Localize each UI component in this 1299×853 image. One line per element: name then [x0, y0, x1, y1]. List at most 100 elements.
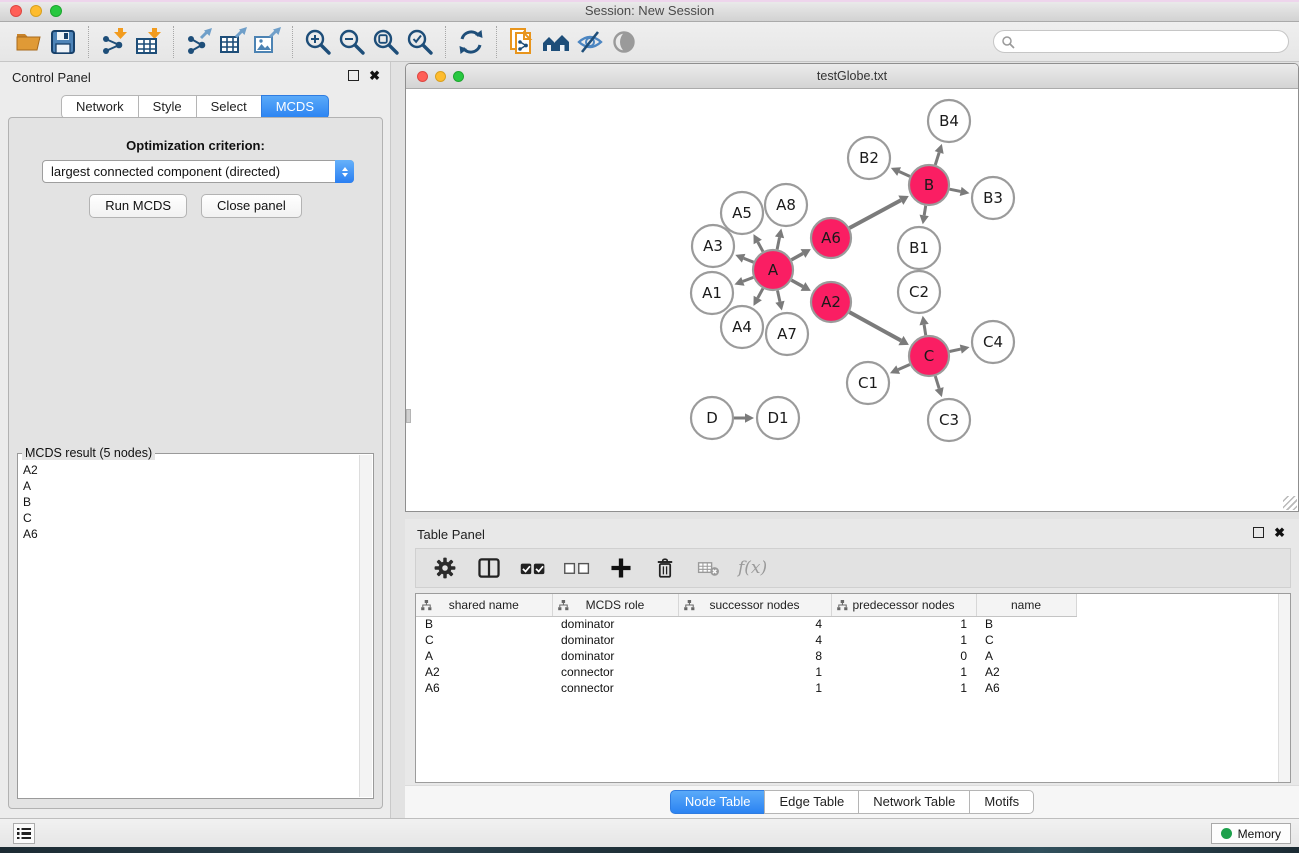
table-cell[interactable]: 1 [831, 616, 976, 632]
tab-edge-table[interactable]: Edge Table [764, 790, 859, 814]
search-input[interactable] [1019, 35, 1288, 49]
export-network-icon[interactable] [182, 26, 216, 58]
clear-table-icon[interactable] [694, 553, 724, 583]
table-cell[interactable]: 8 [678, 648, 831, 664]
add-row-icon[interactable] [606, 553, 636, 583]
column-header-MCDS-role[interactable]: MCDS role [552, 594, 678, 616]
memory-button[interactable]: Memory [1211, 823, 1291, 844]
table-cell[interactable]: 4 [678, 616, 831, 632]
graph-edge[interactable] [791, 280, 803, 286]
table-cell[interactable]: 1 [831, 664, 976, 680]
tab-network[interactable]: Network [61, 95, 139, 119]
close-panel-icon[interactable]: ✖ [369, 70, 380, 81]
result-item[interactable]: A [19, 478, 359, 494]
graph-edge[interactable] [950, 349, 961, 351]
table-cell[interactable]: C [976, 632, 1076, 648]
graph-edge[interactable] [744, 258, 754, 262]
graph-edge[interactable] [935, 152, 939, 164]
table-cell[interactable]: A [976, 648, 1076, 664]
table-cell[interactable]: A6 [416, 680, 552, 696]
column-view-icon[interactable] [474, 553, 504, 583]
zoom-fit-icon[interactable] [369, 26, 403, 58]
graph-edge[interactable] [899, 172, 910, 177]
table-cell[interactable]: 1 [831, 632, 976, 648]
table-cell[interactable]: A6 [976, 680, 1076, 696]
network-canvas[interactable]: B4B2BB3A8A5A6A3B1AC2A1A2A4A7C4CC1DD1C3 [406, 89, 1298, 511]
tab-node-table[interactable]: Node Table [670, 790, 766, 814]
table-cell[interactable]: B [416, 616, 552, 632]
zoom-selected-icon[interactable] [403, 26, 437, 58]
optimization-criterion-select[interactable]: largest connected component (directed) [42, 160, 354, 183]
tab-motifs[interactable]: Motifs [969, 790, 1034, 814]
select-all-icon[interactable] [518, 553, 548, 583]
zoom-out-icon[interactable] [335, 26, 369, 58]
table-row[interactable]: A6connector11A6 [416, 680, 1094, 696]
function-builder-icon[interactable]: f(x) [738, 558, 767, 578]
result-list-scrollbar[interactable] [359, 455, 372, 797]
result-item[interactable]: A2 [19, 462, 359, 478]
table-cell[interactable]: 1 [678, 664, 831, 680]
import-network-icon[interactable] [97, 26, 131, 58]
table-cell[interactable]: 1 [678, 680, 831, 696]
resize-grip-icon[interactable] [1283, 496, 1297, 510]
graph-edge[interactable] [898, 364, 910, 369]
mcds-result-list[interactable]: A2ABCA6 [19, 455, 359, 797]
close-panel-button[interactable]: Close panel [201, 194, 302, 218]
table-cell[interactable]: A2 [416, 664, 552, 680]
close-table-panel-icon[interactable]: ✖ [1274, 527, 1285, 538]
tab-network-table[interactable]: Network Table [858, 790, 970, 814]
run-mcds-button[interactable]: Run MCDS [89, 194, 187, 218]
column-header-shared-name[interactable]: shared name [416, 594, 552, 616]
table-row[interactable]: A2connector11A2 [416, 664, 1094, 680]
table-cell[interactable]: 0 [831, 648, 976, 664]
import-table-icon[interactable] [131, 26, 165, 58]
tab-mcds[interactable]: MCDS [261, 95, 329, 119]
zoom-in-icon[interactable] [301, 26, 335, 58]
canvas-edge-scrollbar[interactable] [406, 409, 411, 423]
column-header-predecessor-nodes[interactable]: predecessor nodes [831, 594, 976, 616]
table-cell[interactable]: dominator [552, 648, 678, 664]
graph-edge[interactable] [924, 325, 926, 336]
tab-style[interactable]: Style [138, 95, 197, 119]
table-scrollbar[interactable] [1278, 594, 1290, 782]
network-graph[interactable]: B4B2BB3A8A5A6A3B1AC2A1A2A4A7C4CC1DD1C3 [406, 89, 1298, 511]
export-image-icon[interactable] [250, 26, 284, 58]
tab-select[interactable]: Select [196, 95, 262, 119]
graph-edge[interactable] [777, 291, 779, 302]
table-row[interactable]: Adominator80A [416, 648, 1094, 664]
table-cell[interactable]: A [416, 648, 552, 664]
hide-selected-icon[interactable] [573, 26, 607, 58]
table-cell[interactable]: 1 [831, 680, 976, 696]
result-item[interactable]: A6 [19, 526, 359, 542]
graph-edge[interactable] [935, 376, 939, 388]
search-field[interactable] [993, 30, 1289, 53]
graph-edge[interactable] [924, 206, 926, 216]
table-cell[interactable]: 4 [678, 632, 831, 648]
table-cell[interactable]: connector [552, 680, 678, 696]
graph-edge[interactable] [777, 237, 779, 249]
result-item[interactable]: C [19, 510, 359, 526]
delete-row-icon[interactable] [650, 553, 680, 583]
result-item[interactable]: B [19, 494, 359, 510]
column-header-successor-nodes[interactable]: successor nodes [678, 594, 831, 616]
graph-edge[interactable] [743, 277, 753, 281]
float-panel-icon[interactable] [348, 70, 359, 81]
network-home-icon[interactable] [539, 26, 573, 58]
open-session-icon[interactable] [12, 26, 46, 58]
table-cell[interactable]: connector [552, 664, 678, 680]
graph-edge[interactable] [849, 200, 900, 228]
float-table-panel-icon[interactable] [1253, 527, 1264, 538]
graph-edge[interactable] [950, 189, 961, 191]
graph-edge[interactable] [849, 312, 901, 340]
table-row[interactable]: Cdominator41C [416, 632, 1094, 648]
export-table-icon[interactable] [216, 26, 250, 58]
table-cell[interactable]: dominator [552, 632, 678, 648]
duplicate-network-icon[interactable] [505, 26, 539, 58]
refresh-icon[interactable] [454, 26, 488, 58]
graph-edge[interactable] [791, 253, 803, 259]
table-cell[interactable]: A2 [976, 664, 1076, 680]
table-cell[interactable]: B [976, 616, 1076, 632]
deselect-all-icon[interactable] [562, 553, 592, 583]
column-header-name[interactable]: name [976, 594, 1076, 616]
show-all-icon[interactable] [607, 26, 641, 58]
